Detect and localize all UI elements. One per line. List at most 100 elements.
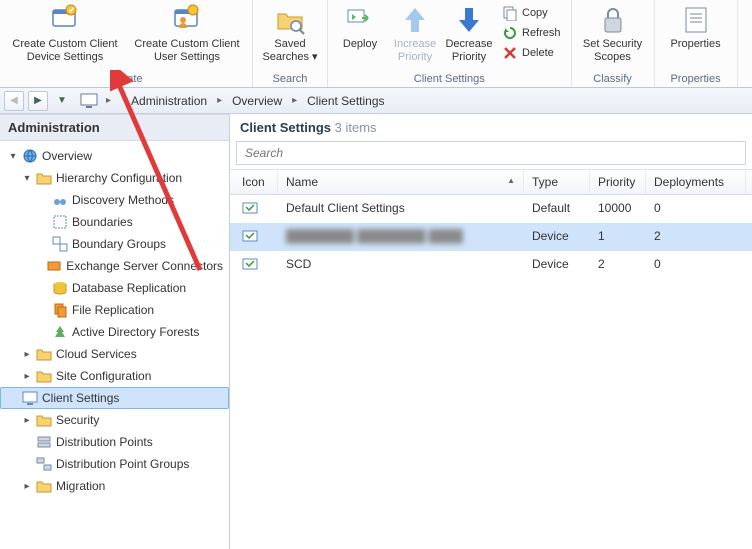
tree-item-boundaries[interactable]: Boundaries xyxy=(0,211,229,233)
chevron-right-icon: ▸ xyxy=(288,95,301,106)
nav-dropdown-button[interactable]: ▼ xyxy=(52,91,72,111)
table-row[interactable]: SCDDevice20 xyxy=(230,251,752,279)
main-split: Administration ▾ Overview ▾ Hierarchy Co… xyxy=(0,114,752,549)
exchange-icon xyxy=(46,258,62,274)
row-type: Default xyxy=(524,199,590,219)
tree-item-hierarchy[interactable]: ▾ Hierarchy Configuration xyxy=(0,167,229,189)
tree-item-exchange[interactable]: Exchange Server Connectors xyxy=(0,255,229,277)
sidebar-title: Administration xyxy=(0,114,229,141)
nav-back-button[interactable]: ◀ xyxy=(4,91,24,111)
arrow-down-icon xyxy=(453,4,485,36)
chevron-down-icon[interactable]: ▾ xyxy=(8,151,18,162)
refresh-icon xyxy=(502,25,518,41)
ribbon-group-title-create: Create xyxy=(6,71,246,87)
properties-icon xyxy=(680,4,712,36)
folder-icon xyxy=(36,412,52,428)
chevron-right-icon[interactable]: ▸ xyxy=(22,349,32,360)
ribbon-group-search: Saved Searches ▾ Search xyxy=(253,0,328,87)
copy-button[interactable]: Copy xyxy=(498,4,565,22)
lock-icon xyxy=(597,4,629,36)
ribbon-group-title-client-settings: Client Settings xyxy=(334,71,565,87)
ribbon-group-title-search: Search xyxy=(259,71,321,87)
set-security-scopes-button[interactable]: Set Security Scopes xyxy=(578,2,648,71)
increase-priority-button[interactable]: Increase Priority xyxy=(390,2,440,71)
results-table: Icon Name Type Priority Deployments Defa… xyxy=(230,169,752,279)
tree-item-ad-forests[interactable]: Active Directory Forests xyxy=(0,321,229,343)
chevron-right-icon[interactable]: ▸ xyxy=(22,415,32,426)
chevron-right-icon[interactable]: ▸ xyxy=(22,481,32,492)
delete-button[interactable]: Delete xyxy=(498,44,565,62)
col-priority[interactable]: Priority xyxy=(590,170,646,194)
database-icon xyxy=(52,280,68,296)
content-pane: Client Settings 3 items Icon Name Type P… xyxy=(230,114,752,549)
col-deployments[interactable]: Deployments xyxy=(646,170,746,194)
row-name: SCD xyxy=(278,255,524,275)
row-type: Device xyxy=(524,255,590,275)
col-type[interactable]: Type xyxy=(524,170,590,194)
tree-item-db-replication[interactable]: Database Replication xyxy=(0,277,229,299)
monitor-icon xyxy=(22,390,38,406)
table-body: Default Client SettingsDefault100000████… xyxy=(230,195,752,279)
table-row[interactable]: ████████ ████████ ████Device12 xyxy=(230,223,752,251)
breadcrumb-item[interactable]: Client Settings xyxy=(301,94,390,108)
col-name[interactable]: Name xyxy=(278,170,524,194)
search-field[interactable] xyxy=(236,141,746,165)
nav-forward-button[interactable]: ▶ xyxy=(28,91,48,111)
tree-item-client-settings[interactable]: Client Settings xyxy=(0,387,229,409)
deploy-icon xyxy=(344,4,376,36)
create-custom-client-device-settings-button[interactable]: Create Custom Client Device Settings xyxy=(6,2,124,71)
nav-tree: ▾ Overview ▾ Hierarchy Configuration Dis… xyxy=(0,141,229,549)
tree-item-migration[interactable]: ▸Migration xyxy=(0,475,229,497)
tree-item-discovery[interactable]: Discovery Methods xyxy=(0,189,229,211)
table-row[interactable]: Default Client SettingsDefault100000 xyxy=(230,195,752,223)
table-header: Icon Name Type Priority Deployments xyxy=(230,170,752,195)
ribbon-group-title-classify: Classify xyxy=(578,71,648,87)
copy-icon xyxy=(502,5,518,21)
tree-item-dist-points[interactable]: Distribution Points xyxy=(0,431,229,453)
col-icon[interactable]: Icon xyxy=(230,170,278,194)
row-type: Device xyxy=(524,227,590,247)
tree-item-cloud[interactable]: ▸Cloud Services xyxy=(0,343,229,365)
refresh-button[interactable]: Refresh xyxy=(498,24,565,42)
boundary-groups-icon xyxy=(52,236,68,252)
delete-icon xyxy=(502,45,518,61)
folder-search-icon xyxy=(274,4,306,36)
breadcrumb: Administration ▸ Overview ▸ Client Setti… xyxy=(119,88,748,113)
binoculars-icon xyxy=(52,192,68,208)
ribbon-group-client-settings: Deploy Increase Priority Decrease Priori… xyxy=(328,0,572,87)
row-priority: 2 xyxy=(590,255,646,275)
row-priority: 10000 xyxy=(590,199,646,219)
search-input[interactable] xyxy=(236,141,746,165)
server-group-icon xyxy=(36,456,52,472)
breadcrumb-item[interactable]: Overview xyxy=(226,94,288,108)
tree-item-overview[interactable]: ▾ Overview xyxy=(0,145,229,167)
ribbon: Create Custom Client Device Settings Cre… xyxy=(0,0,752,88)
tree-item-site-cfg[interactable]: ▸Site Configuration xyxy=(0,365,229,387)
user-settings-icon xyxy=(171,4,203,36)
saved-searches-button[interactable]: Saved Searches ▾ xyxy=(259,2,321,71)
decrease-priority-button[interactable]: Decrease Priority xyxy=(444,2,494,71)
tree-item-dist-groups[interactable]: Distribution Point Groups xyxy=(0,453,229,475)
content-heading: Client Settings 3 items xyxy=(230,114,752,141)
folder-icon xyxy=(36,346,52,362)
chevron-down-icon[interactable]: ▾ xyxy=(22,173,32,184)
globe-icon xyxy=(22,148,38,164)
breadcrumb-bar: ◀ ▶ ▼ ▸ Administration ▸ Overview ▸ Clie… xyxy=(0,88,752,114)
chevron-right-icon: ▸ xyxy=(213,95,226,106)
tree-item-boundary-groups[interactable]: Boundary Groups xyxy=(0,233,229,255)
chevron-right-icon[interactable]: ▸ xyxy=(22,371,32,382)
tree-item-file-replication[interactable]: File Replication xyxy=(0,299,229,321)
server-icon xyxy=(36,434,52,450)
row-deployments: 2 xyxy=(646,227,746,247)
ribbon-group-title-properties: Properties xyxy=(661,71,731,87)
row-priority: 1 xyxy=(590,227,646,247)
row-icon xyxy=(230,227,278,247)
chevron-right-icon: ▸ xyxy=(102,95,115,106)
ribbon-group-create: Create Custom Client Device Settings Cre… xyxy=(0,0,253,87)
deploy-button[interactable]: Deploy xyxy=(334,2,386,71)
create-custom-client-user-settings-button[interactable]: Create Custom Client User Settings xyxy=(128,2,246,71)
boundaries-icon xyxy=(52,214,68,230)
breadcrumb-item[interactable]: Administration xyxy=(125,94,213,108)
tree-item-security[interactable]: ▸Security xyxy=(0,409,229,431)
properties-button[interactable]: Properties xyxy=(661,2,731,71)
